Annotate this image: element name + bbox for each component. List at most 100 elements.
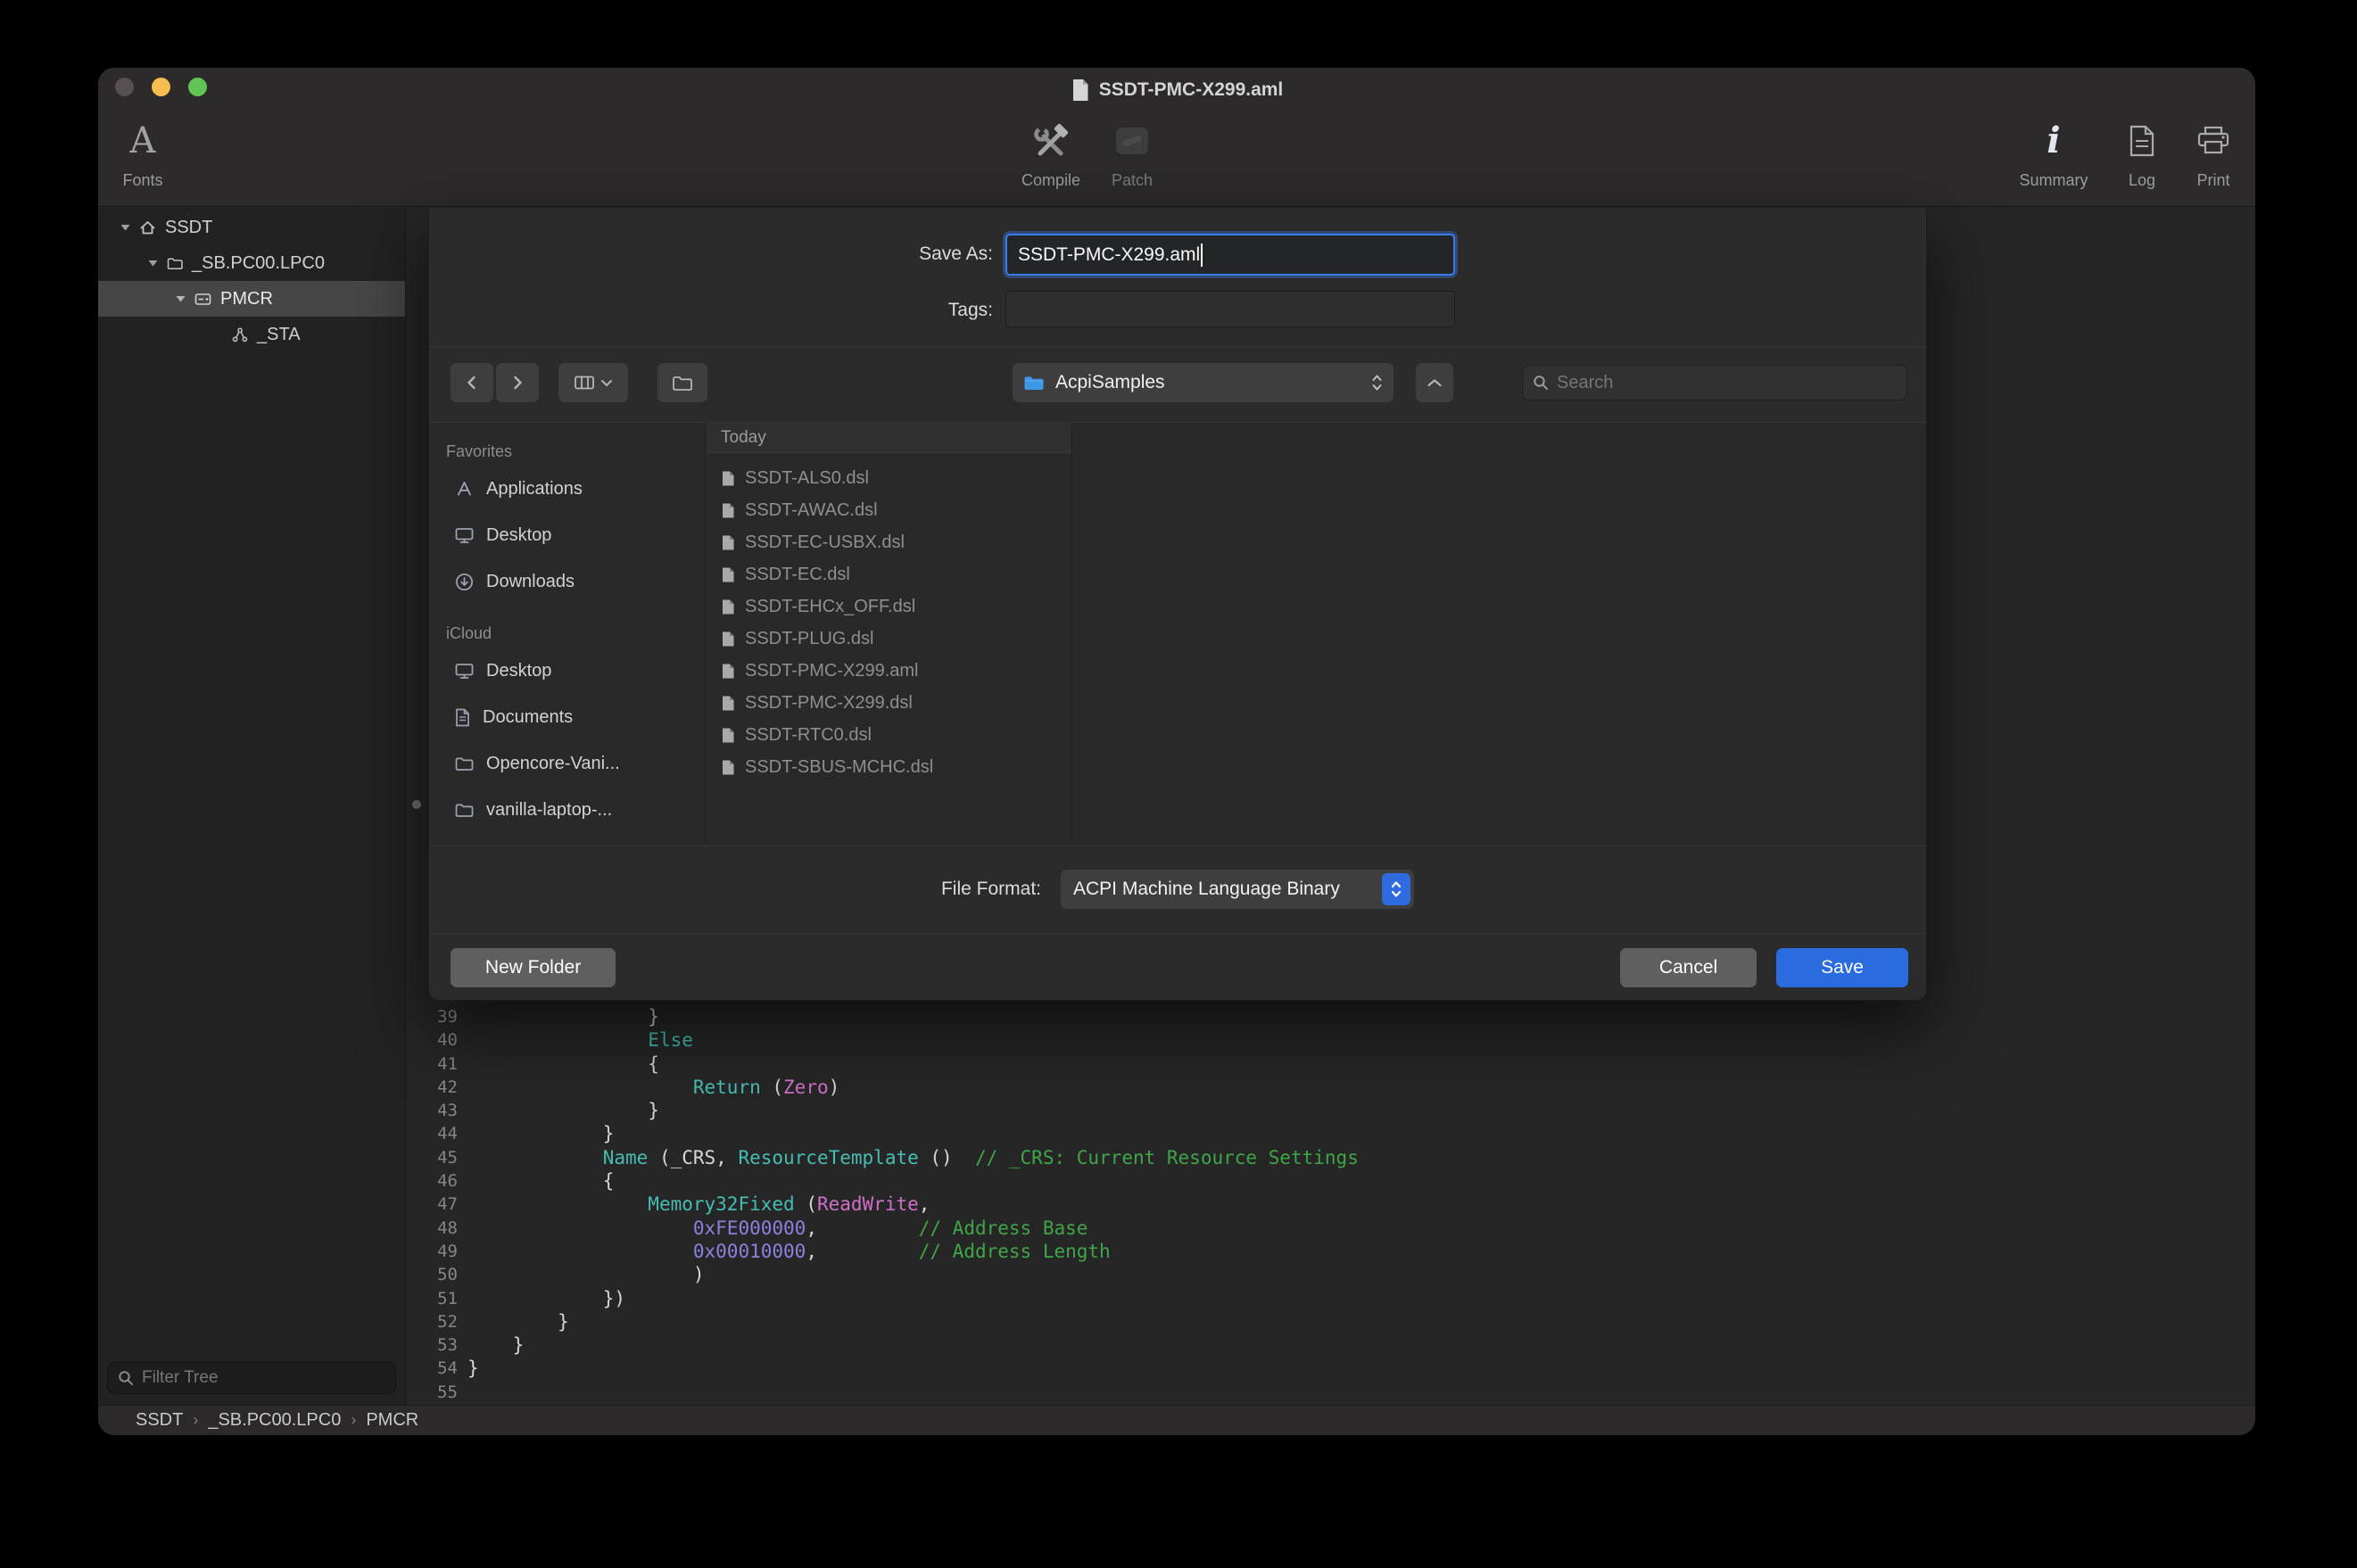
- breadcrumb-item[interactable]: PMCR: [366, 1410, 418, 1431]
- breadcrumb-separator: ›: [193, 1411, 198, 1430]
- device-icon: [194, 293, 211, 306]
- code-text: }: [467, 1005, 659, 1028]
- code-text: {: [467, 1052, 659, 1076]
- tree-item-ssdt[interactable]: SSDT: [98, 210, 405, 245]
- file-item-label: SSDT-EC.dsl: [745, 565, 850, 585]
- fonts-a-icon: A: [130, 123, 156, 159]
- file-format-dropdown[interactable]: ACPI Machine Language Binary: [1061, 870, 1414, 909]
- disclosure-triangle-icon[interactable]: [120, 224, 130, 231]
- text-caret: [1201, 243, 1203, 267]
- line-number: 52: [407, 1310, 458, 1333]
- favorites-item-downloads[interactable]: Downloads: [429, 558, 705, 605]
- folder-icon: [455, 756, 474, 772]
- file-item[interactable]: SSDT-EC-USBX.dsl: [706, 526, 1071, 558]
- favorites-item-applications[interactable]: Applications: [429, 466, 705, 512]
- location-dropdown[interactable]: AcpiSamples: [1013, 363, 1394, 402]
- filter-tree-input[interactable]: [142, 1368, 385, 1388]
- compile-tools-icon: [1031, 123, 1071, 159]
- code-text: Return (Zero): [467, 1076, 839, 1099]
- chevron-up-icon: [1427, 377, 1443, 388]
- line-number: 45: [407, 1146, 458, 1169]
- line-number: 50: [407, 1263, 458, 1286]
- code-text: Else: [467, 1028, 693, 1052]
- file-item[interactable]: SSDT-AWAC.dsl: [706, 494, 1071, 526]
- tree-item-pmcr[interactable]: PMCR: [98, 281, 405, 317]
- code-text: ): [467, 1263, 705, 1286]
- line-number: 54: [407, 1357, 458, 1380]
- window-title: SSDT-PMC-X299.aml: [1099, 79, 1284, 101]
- collapse-expand-button[interactable]: [1416, 363, 1453, 402]
- file-browser: Favorites Applications: [429, 423, 1926, 844]
- documents-icon: [455, 708, 470, 727]
- new-folder-icon-button[interactable]: [657, 363, 707, 402]
- location-value: AcpiSamples: [1055, 372, 1165, 393]
- search-input[interactable]: [1557, 373, 1897, 393]
- icloud-item-documents[interactable]: Documents: [429, 694, 705, 740]
- line-number: 39: [407, 1005, 458, 1028]
- new-folder-button[interactable]: New Folder: [451, 948, 616, 987]
- icloud-item-vanilla-laptop[interactable]: vanilla-laptop-...: [429, 787, 705, 833]
- file-item-label: SSDT-PMC-X299.aml: [745, 661, 919, 681]
- code-line: 54}: [407, 1357, 2255, 1380]
- breadcrumb-separator: ›: [351, 1411, 356, 1430]
- favorites-item-label: vanilla-laptop-...: [486, 800, 612, 821]
- code-line: 46 {: [407, 1169, 2255, 1193]
- save-as-field[interactable]: SSDT-PMC-X299.aml: [1005, 234, 1455, 276]
- code-text: 0x00010000, // Address Length: [467, 1240, 1111, 1263]
- file-document-icon: [721, 502, 735, 519]
- forward-button[interactable]: [496, 363, 539, 402]
- status-bar: SSDT › _SB.PC00.LPC0 › PMCR: [98, 1405, 2255, 1435]
- search-icon: [1533, 375, 1549, 391]
- file-item[interactable]: SSDT-EHCx_OFF.dsl: [706, 590, 1071, 623]
- tree-item-sta[interactable]: _STA: [98, 317, 405, 352]
- favorites-sidebar: Favorites Applications: [429, 423, 705, 844]
- file-item-label: SSDT-EHCx_OFF.dsl: [745, 597, 915, 617]
- updown-chevrons-icon: [1371, 373, 1383, 392]
- tree-item-sb-pc00-lpc0[interactable]: _SB.PC00.LPC0: [98, 245, 405, 281]
- line-number: 43: [407, 1099, 458, 1122]
- file-document-icon: [721, 727, 735, 744]
- disclosure-triangle-icon[interactable]: [148, 260, 158, 267]
- file-item[interactable]: SSDT-EC.dsl: [706, 558, 1071, 590]
- file-item[interactable]: SSDT-ALS0.dsl: [706, 462, 1071, 494]
- save-button[interactable]: Save: [1776, 948, 1908, 987]
- acpi-tree: SSDT _SB.PC00.LPC0: [98, 210, 405, 352]
- cancel-button[interactable]: Cancel: [1620, 948, 1757, 987]
- file-item[interactable]: SSDT-RTC0.dsl: [706, 719, 1071, 751]
- breadcrumb-item[interactable]: SSDT: [136, 1410, 183, 1431]
- toolbar-print-button[interactable]: Print: [2169, 116, 2255, 190]
- tags-input[interactable]: [1005, 291, 1455, 327]
- icloud-item-desktop[interactable]: Desktop: [429, 648, 705, 694]
- file-item[interactable]: SSDT-PMC-X299.dsl: [706, 687, 1071, 719]
- save-as-label: Save As:: [797, 243, 993, 265]
- search-field[interactable]: [1522, 365, 1907, 400]
- save-dialog-sheet: Save As: SSDT-PMC-X299.aml Tags:: [428, 208, 1927, 1001]
- favorites-item-desktop[interactable]: Desktop: [429, 512, 705, 558]
- code-text: }): [467, 1287, 625, 1310]
- file-document-icon: [721, 695, 735, 712]
- code-text: }: [467, 1099, 659, 1122]
- file-item[interactable]: SSDT-PMC-X299.aml: [706, 655, 1071, 687]
- file-group-header: Today: [706, 423, 1071, 453]
- code-line: 48 0xFE000000, // Address Base: [407, 1217, 2255, 1240]
- save-as-value: SSDT-PMC-X299.aml: [1018, 244, 1200, 266]
- toolbar-fonts-button[interactable]: A Fonts: [103, 116, 183, 190]
- breadcrumb-item[interactable]: _SB.PC00.LPC0: [208, 1410, 341, 1431]
- titlebar: SSDT-PMC-X299.aml A Fonts Compile: [98, 68, 2255, 207]
- back-button[interactable]: [451, 363, 493, 402]
- file-item[interactable]: SSDT-PLUG.dsl: [706, 623, 1071, 655]
- toolbar-patch-button[interactable]: Patch: [1083, 116, 1181, 190]
- line-number: 51: [407, 1287, 458, 1310]
- file-item[interactable]: SSDT-SBUS-MCHC.dsl: [706, 751, 1071, 783]
- filter-tree-field[interactable]: [107, 1362, 396, 1394]
- patch-icon: [1113, 125, 1151, 157]
- favorites-item-label: Desktop: [486, 661, 551, 681]
- splitter-handle[interactable]: [412, 800, 421, 809]
- icloud-item-opencore[interactable]: Opencore-Vani...: [429, 740, 705, 787]
- tree-item-label: _STA: [257, 325, 301, 345]
- code-line: 49 0x00010000, // Address Length: [407, 1240, 2255, 1263]
- code-line: 42 Return (Zero): [407, 1076, 2255, 1099]
- disclosure-triangle-icon[interactable]: [176, 295, 186, 302]
- code-text: Memory32Fixed (ReadWrite,: [467, 1193, 930, 1216]
- view-mode-button[interactable]: [558, 363, 628, 402]
